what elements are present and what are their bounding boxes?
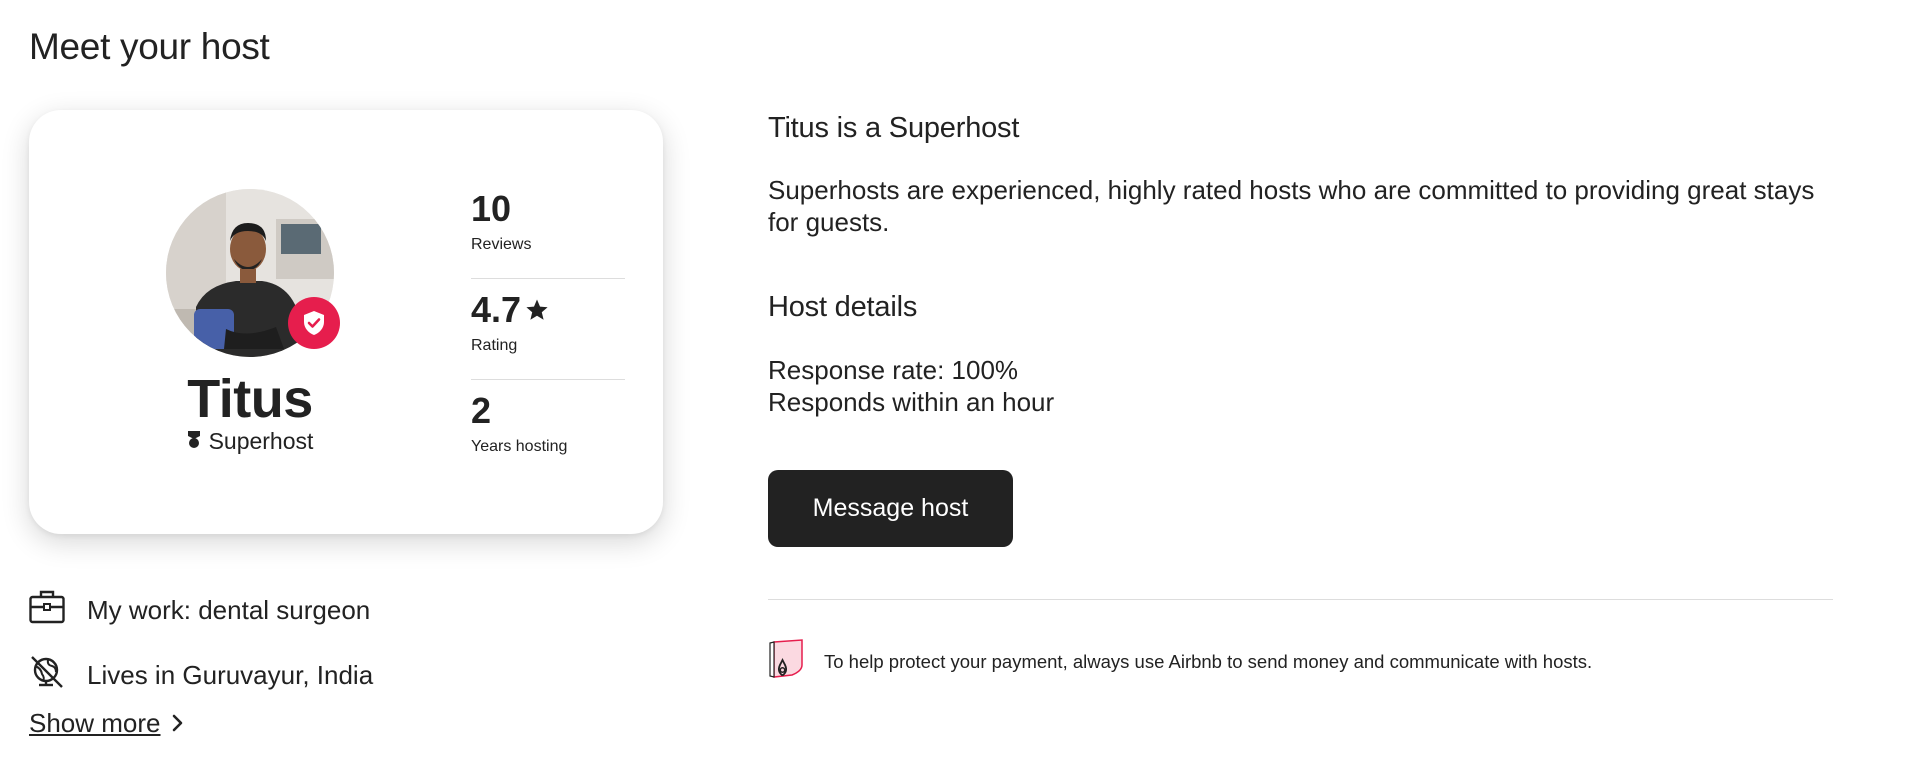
message-host-button[interactable]: Message host <box>768 470 1013 547</box>
stat-label: Years hosting <box>471 438 568 455</box>
stat-label: Rating <box>471 337 518 354</box>
host-stats: 10 Reviews 4.7 Rating 2 Years hosting <box>471 178 625 480</box>
payment-protection-notice: To help protect your payment, always use… <box>768 639 1592 684</box>
stat-value: 10 <box>471 188 512 229</box>
superhost-medal-icon <box>187 428 201 455</box>
host-card[interactable]: Titus Superhost 10 Reviews 4.7 Rating 2 <box>29 110 663 534</box>
about-work: My work: dental surgeon <box>29 590 370 631</box>
superhost-text: Superhost <box>208 428 314 454</box>
show-more-link[interactable]: Show more <box>29 708 183 739</box>
star-icon <box>525 289 549 331</box>
stat-years-hosting: 2 Years hosting <box>471 380 625 480</box>
superhost-badge-icon <box>288 297 340 349</box>
response-rate: Response rate: 100% <box>768 355 1019 385</box>
host-details-heading: Host details <box>768 291 918 323</box>
superhost-label: Superhost <box>29 428 471 455</box>
divider <box>768 599 1833 600</box>
stat-value: 2 <box>471 390 492 431</box>
response-time: Responds within an hour <box>768 387 1055 417</box>
show-more-label: Show more <box>29 708 161 738</box>
chevron-right-icon <box>171 708 183 739</box>
payment-shield-icon <box>768 639 804 684</box>
stat-value: 4.7 <box>471 289 549 331</box>
superhost-heading: Titus is a Superhost <box>768 112 1020 144</box>
about-lives: Lives in Guruvayur, India <box>29 654 373 697</box>
host-name: Titus <box>187 369 313 429</box>
superhost-description: Superhosts are experienced, highly rated… <box>768 175 1815 237</box>
payment-notice-text: To help protect your payment, always use… <box>824 650 1593 672</box>
avatar-wrapper <box>166 189 340 357</box>
stat-rating: 4.7 Rating <box>471 279 625 380</box>
about-lives-text: Lives in Guruvayur, India <box>87 660 374 690</box>
stat-reviews: 10 Reviews <box>471 178 625 279</box>
about-work-text: My work: dental surgeon <box>87 595 371 625</box>
globe-icon <box>29 654 65 697</box>
stat-label: Reviews <box>471 236 532 253</box>
section-title: Meet your host <box>29 26 270 67</box>
briefcase-icon <box>29 590 65 631</box>
